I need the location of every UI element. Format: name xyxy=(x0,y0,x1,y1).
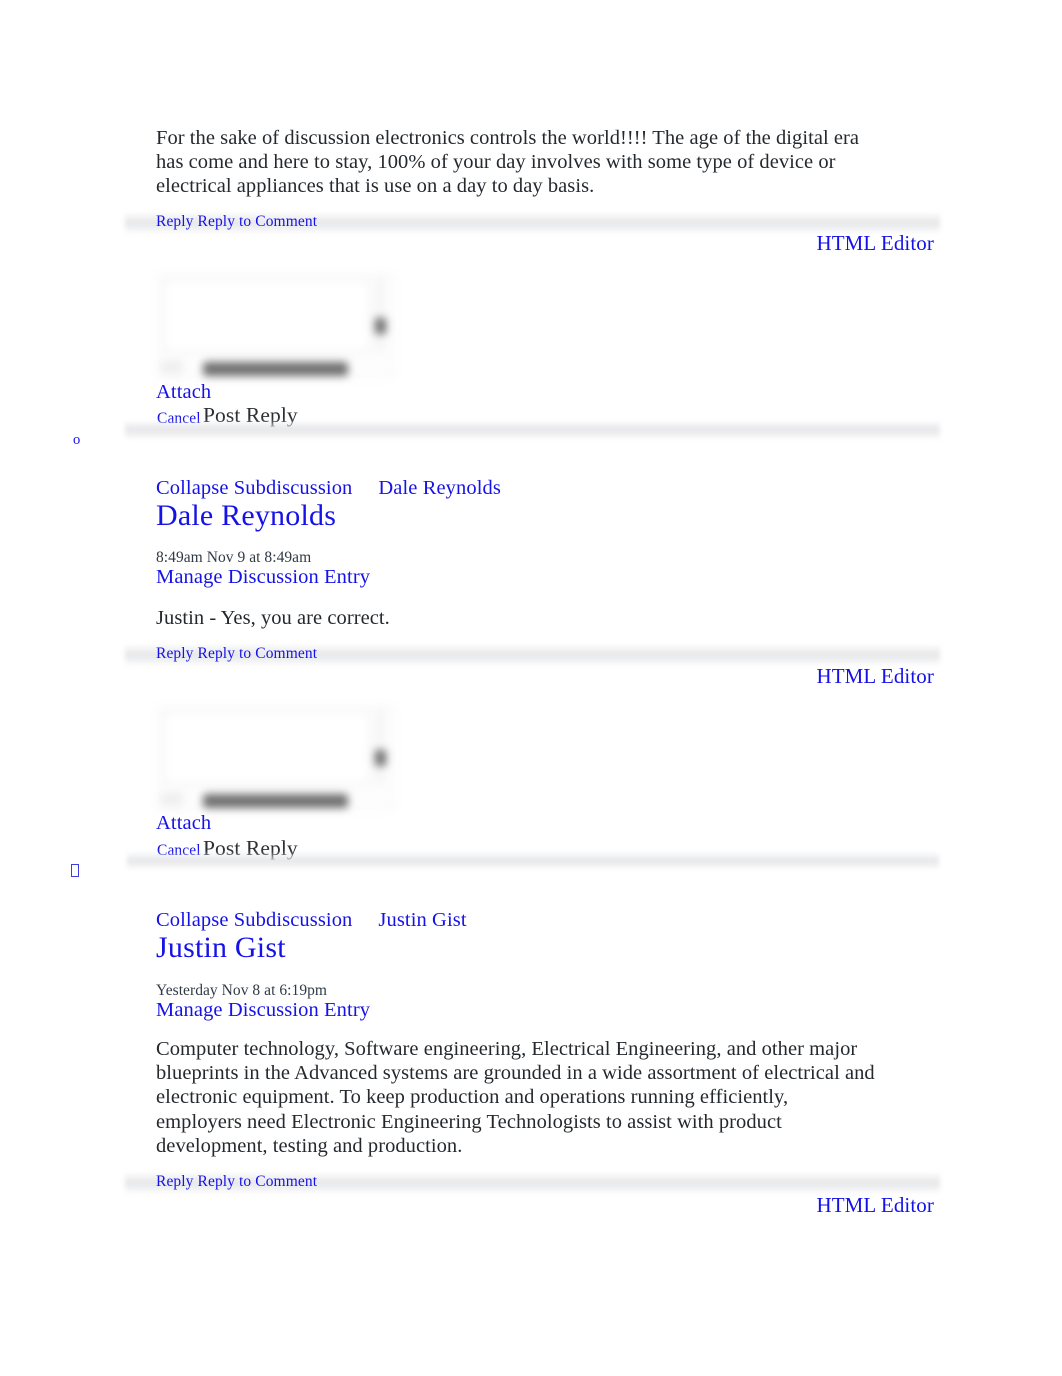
rich-content-editor[interactable] xyxy=(152,270,400,382)
post-body-text: For the sake of discussion electronics c… xyxy=(156,127,860,198)
subdiscussion-header-row: Collapse Subdiscussion Justin Gist xyxy=(156,909,467,932)
reply-link[interactable]: Reply xyxy=(156,213,194,230)
post-body-text: Justin - Yes, you are correct. xyxy=(156,607,390,629)
reply-to-comment-link[interactable]: Reply to Comment xyxy=(198,645,318,662)
editor-scrollbar-thumb[interactable] xyxy=(375,750,386,766)
attach-link[interactable]: Attach xyxy=(156,381,211,404)
attach-link[interactable]: Attach xyxy=(156,812,211,835)
cancel-link[interactable]: Cancel xyxy=(157,842,201,860)
post-author-heading[interactable]: Justin Gist xyxy=(156,931,286,965)
subdiscussion-author-link[interactable]: Justin Gist xyxy=(378,909,466,931)
post-timestamp: 8:49am Nov 9 at 8:49am xyxy=(156,549,312,566)
reply-actions-row: Reply Reply to Comment xyxy=(156,1173,317,1191)
manage-discussion-entry-link[interactable]: Manage Discussion Entry xyxy=(156,999,370,1022)
editor-status-bar xyxy=(203,794,348,808)
collapse-subdiscussion-link[interactable]: Collapse Subdiscussion xyxy=(156,909,352,931)
html-editor-toggle-link[interactable]: HTML Editor xyxy=(816,1193,934,1218)
missing-glyph-box xyxy=(71,864,79,877)
post-reply-button[interactable]: Post Reply xyxy=(203,403,298,428)
editor-textarea[interactable] xyxy=(164,712,370,784)
html-editor-toggle-link[interactable]: HTML Editor xyxy=(816,231,934,256)
collapse-subdiscussion-link[interactable]: Collapse Subdiscussion xyxy=(156,477,352,499)
reply-to-comment-link[interactable]: Reply to Comment xyxy=(198,1173,318,1190)
reply-actions-row: Reply Reply to Comment xyxy=(156,213,317,231)
subdiscussion-author-link[interactable]: Dale Reynolds xyxy=(378,477,501,499)
manage-discussion-entry-link[interactable]: Manage Discussion Entry xyxy=(156,566,370,589)
rich-content-editor[interactable] xyxy=(152,702,400,814)
html-editor-toggle-link[interactable]: HTML Editor xyxy=(816,664,934,689)
post-timestamp: Yesterday Nov 8 at 6:19pm xyxy=(156,982,328,999)
editor-shell xyxy=(158,274,394,378)
reply-link[interactable]: Reply xyxy=(156,1173,194,1190)
cancel-link[interactable]: Cancel xyxy=(157,410,201,428)
editor-status-bar xyxy=(203,362,348,376)
outline-bullet-marker xyxy=(71,864,79,880)
reply-link[interactable]: Reply xyxy=(156,645,194,662)
editor-scrollbar-thumb[interactable] xyxy=(375,318,386,334)
editor-scrollbar-track[interactable] xyxy=(376,278,384,352)
post-author-heading[interactable]: Dale Reynolds xyxy=(156,499,336,533)
outline-bullet-marker: o xyxy=(73,432,81,448)
post-reply-button[interactable]: Post Reply xyxy=(203,836,298,861)
reply-actions-row: Reply Reply to Comment xyxy=(156,645,317,663)
editor-scrollbar-track[interactable] xyxy=(376,710,384,784)
subdiscussion-header-row: Collapse Subdiscussion Dale Reynolds xyxy=(156,477,501,500)
editor-shell xyxy=(158,706,394,810)
editor-textarea[interactable] xyxy=(164,280,370,352)
editor-corner-box xyxy=(161,360,183,374)
reply-to-comment-link[interactable]: Reply to Comment xyxy=(198,213,318,230)
editor-corner-box xyxy=(161,792,183,806)
discussion-thread-page: For the sake of discussion electronics c… xyxy=(0,0,1062,1376)
post-body-text: Computer technology, Software engineerin… xyxy=(156,1038,875,1157)
